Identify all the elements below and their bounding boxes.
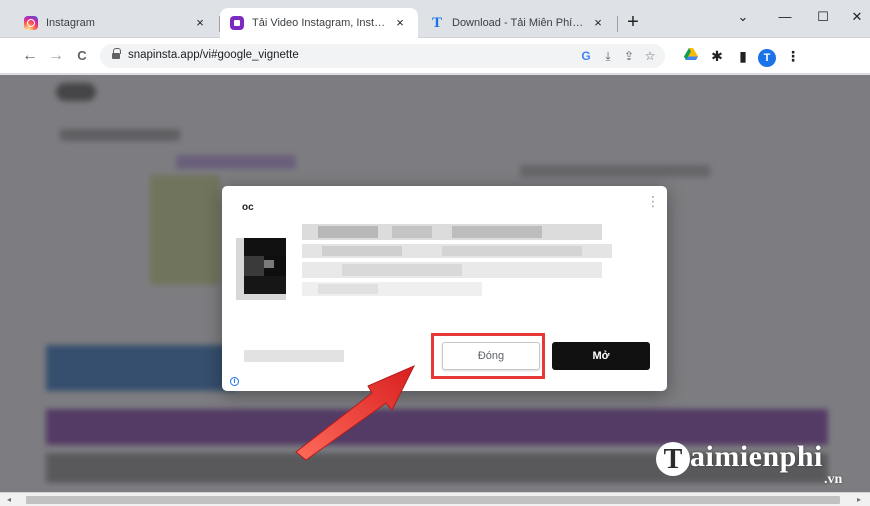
horizontal-scrollbar[interactable]: ◂ ▸ — [0, 492, 870, 506]
tab-taimienphi[interactable]: T Download - Tải Miễn Phí VN - Ph × — [420, 8, 616, 38]
watermark-brand: aimienphi — [690, 440, 823, 473]
ad-source-text — [244, 350, 344, 362]
close-window-button[interactable]: ✕ — [844, 6, 870, 28]
share-icon[interactable]: ⇪ — [621, 49, 637, 63]
reload-button[interactable]: C — [72, 46, 92, 66]
install-app-icon[interactable]: ⤓ — [600, 49, 616, 63]
tab-strip: Instagram × Tải Video Instagram, Insta R… — [0, 0, 870, 38]
tab-label: Tải Video Instagram, Insta Reels, — [252, 17, 386, 29]
url-text[interactable]: snapinsta.app/vi#google_vignette — [128, 49, 299, 61]
close-ad-button[interactable]: Đóng — [442, 342, 540, 370]
tab-instagram[interactable]: Instagram × — [14, 8, 218, 38]
new-tab-button[interactable]: + — [622, 12, 644, 34]
google-drive-icon[interactable] — [682, 47, 700, 65]
tab-label: Download - Tải Miễn Phí VN - Ph — [452, 17, 584, 29]
side-panel-icon[interactable]: ▮ — [734, 47, 752, 65]
browser-toolbar: ← → C snapinsta.app/vi#google_vignette G… — [0, 38, 870, 74]
forward-button[interactable]: → — [46, 46, 66, 66]
ad-dialog: oc ⋮ Đóng Mở i — [222, 186, 667, 391]
bookmark-star-icon[interactable]: ☆ — [642, 49, 658, 63]
advertiser-label: oc — [242, 202, 254, 213]
instagram-icon — [24, 16, 38, 30]
close-icon[interactable]: × — [590, 15, 606, 31]
scroll-left-icon[interactable]: ◂ — [4, 494, 14, 506]
back-button[interactable]: ← — [20, 46, 40, 66]
lock-icon[interactable] — [112, 48, 121, 60]
open-ad-button[interactable]: Mở — [552, 342, 650, 370]
watermark-logo-icon: T — [656, 442, 690, 476]
extensions-icon[interactable]: ✱ — [708, 47, 726, 65]
tab-snapinsta[interactable]: Tải Video Instagram, Insta Reels, × — [220, 8, 418, 38]
google-translate-icon[interactable]: G — [578, 49, 594, 63]
tab-search-button[interactable]: ⌄ — [730, 6, 756, 28]
avatar: T — [758, 49, 776, 67]
tab-divider — [617, 16, 618, 32]
tab-label: Instagram — [46, 17, 95, 29]
menu-icon[interactable]: ⋮ — [784, 47, 802, 65]
profile-avatar[interactable]: T — [758, 47, 776, 67]
minimize-button[interactable]: — — [772, 6, 798, 28]
close-icon[interactable]: × — [392, 15, 408, 31]
taimienphi-icon: T — [431, 15, 442, 31]
scrollbar-thumb[interactable] — [26, 496, 840, 504]
close-icon[interactable]: × — [192, 15, 208, 31]
taimienphi-watermark: T aimienphi .vn — [656, 438, 856, 488]
scroll-right-icon[interactable]: ▸ — [854, 494, 864, 506]
more-options-icon[interactable]: ⋮ — [646, 194, 660, 208]
maximize-button[interactable]: ☐ — [810, 6, 836, 28]
info-icon[interactable]: i — [230, 377, 239, 386]
address-bar[interactable]: snapinsta.app/vi#google_vignette G ⤓ ⇪ ☆ — [100, 44, 665, 68]
watermark-tld: .vn — [824, 472, 843, 487]
snapinsta-icon — [230, 16, 244, 30]
